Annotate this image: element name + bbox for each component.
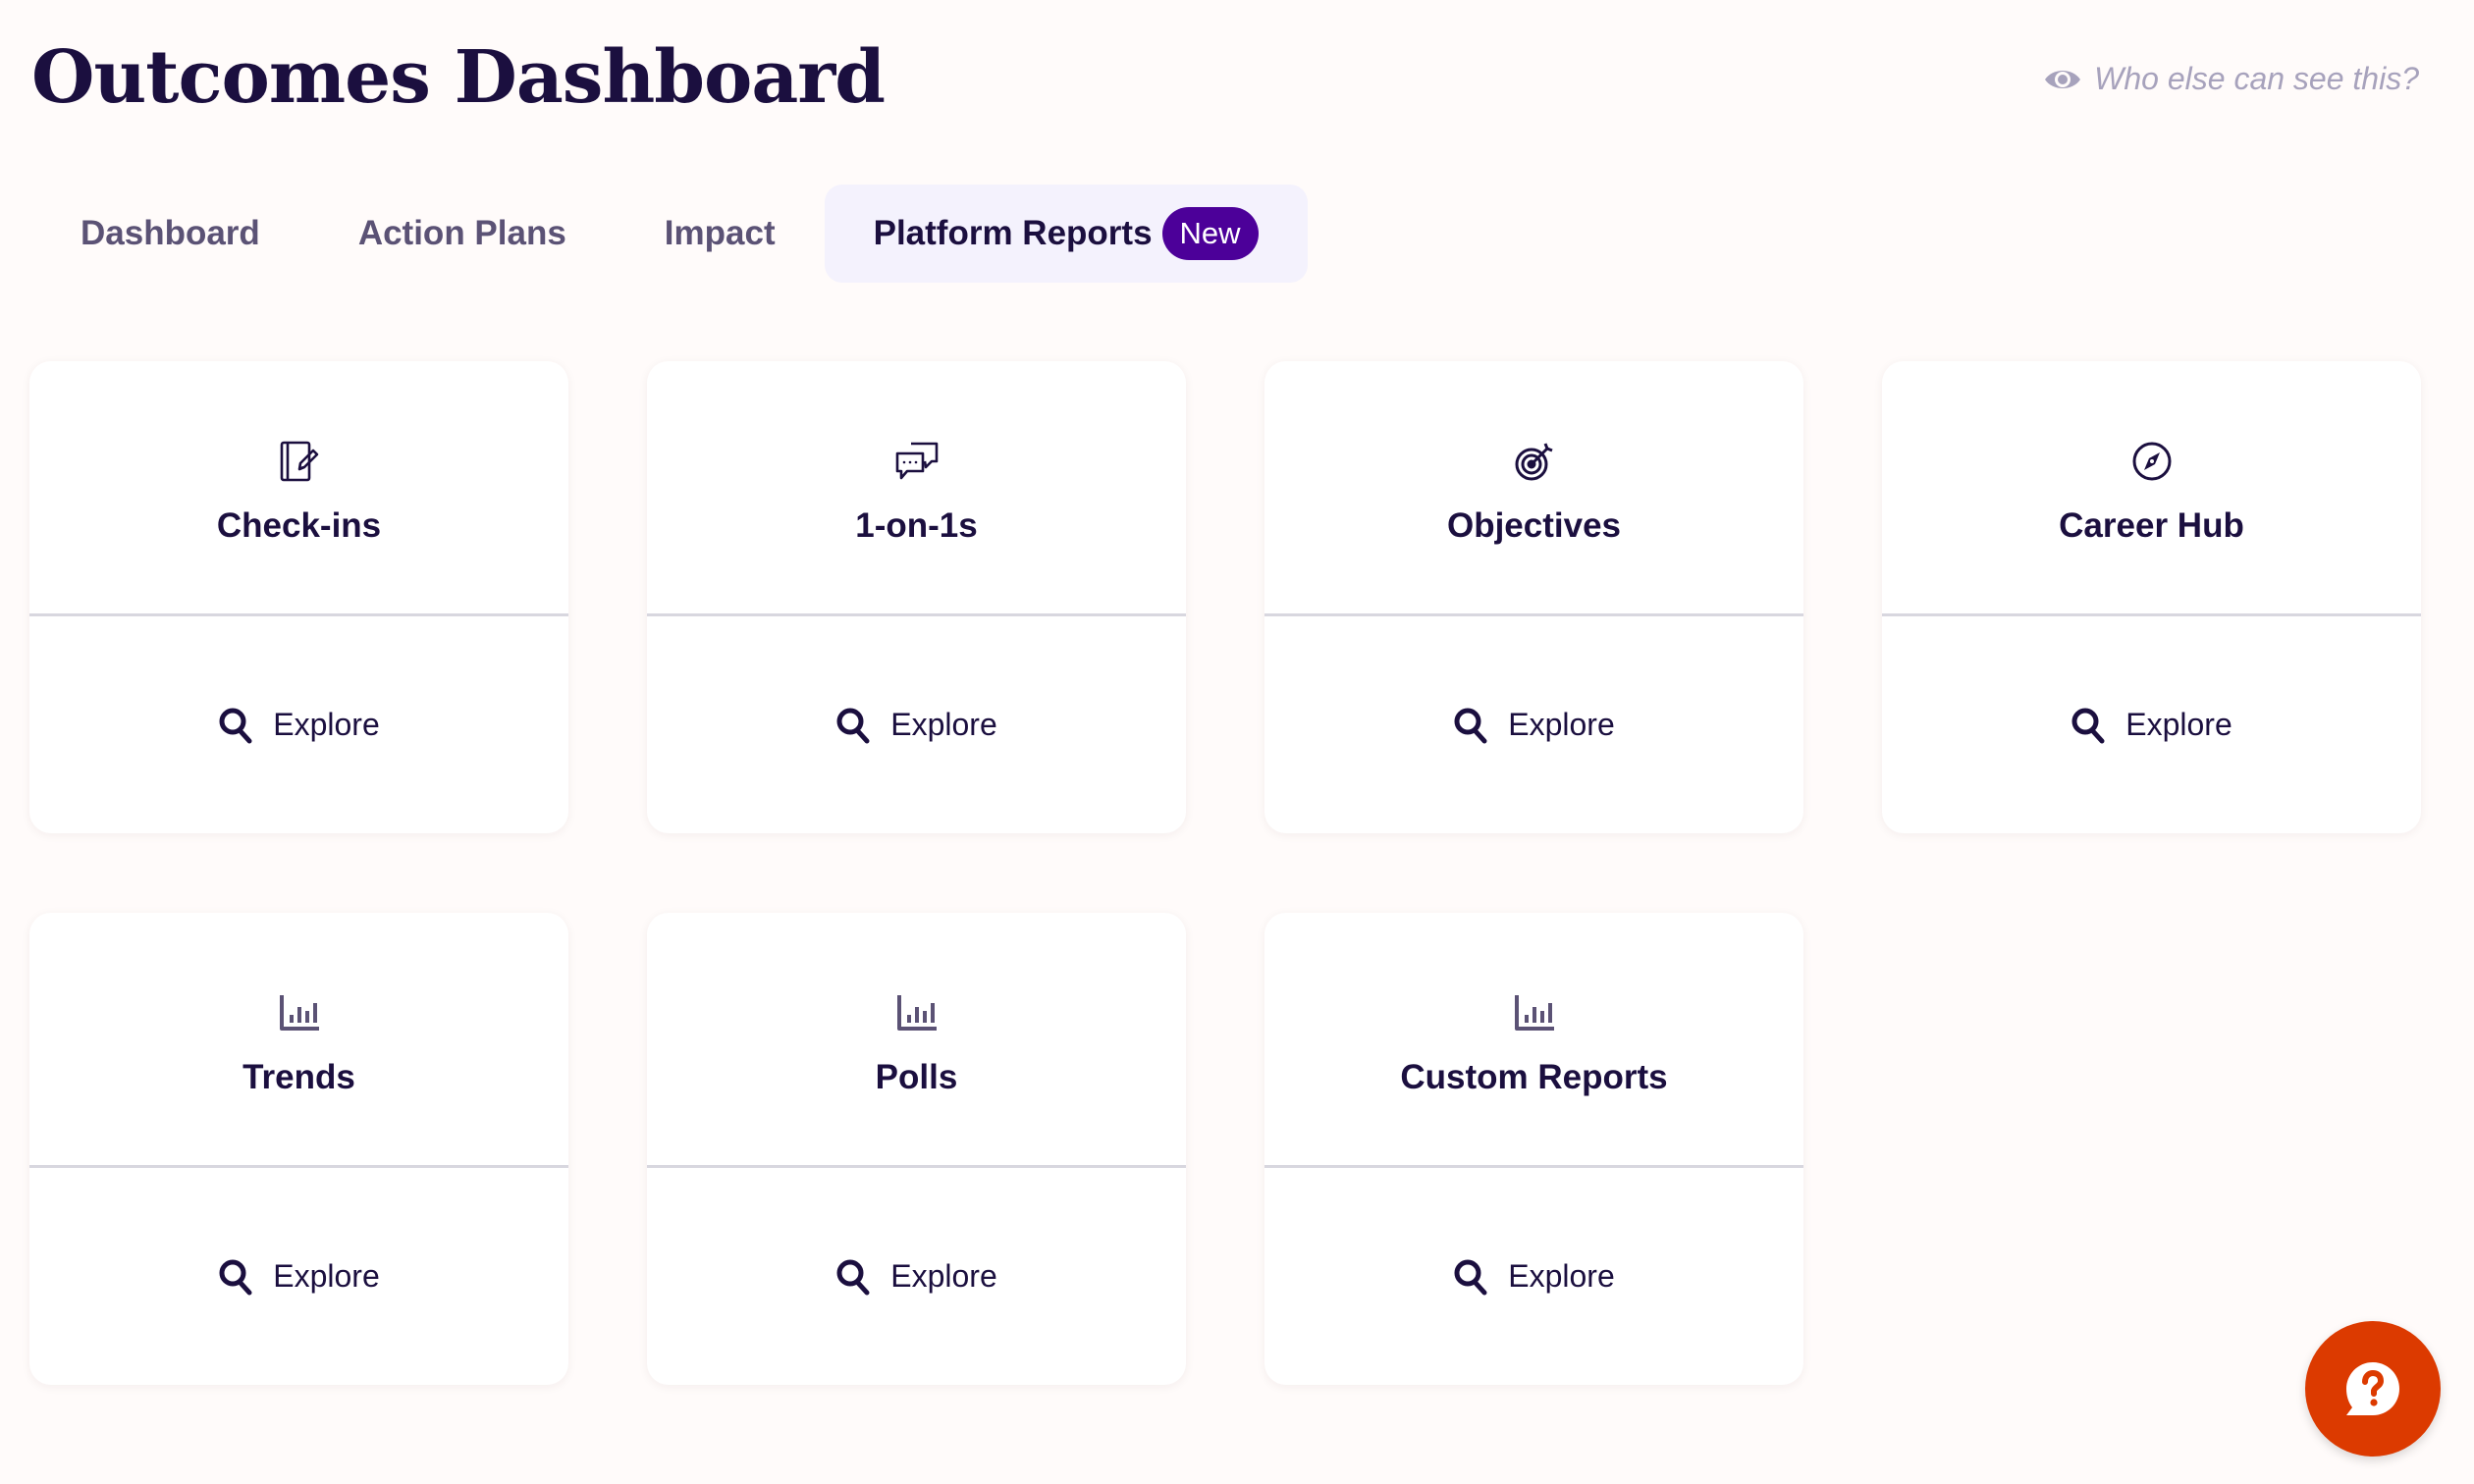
report-card-trends: Trends Explore [29, 913, 568, 1385]
card-title: Custom Reports [1400, 1058, 1668, 1096]
report-cards-grid: Check-ins Explore 1-on-1s Explore Object… [29, 361, 2421, 1385]
card-title: Career Hub [2059, 506, 2244, 545]
explore-button[interactable]: Explore [647, 1168, 1186, 1385]
chat-bubbles-icon [895, 442, 938, 480]
report-card-career-hub: Career Hub Explore [1882, 361, 2421, 833]
explore-button[interactable]: Explore [647, 616, 1186, 833]
tab-label: Impact [664, 214, 776, 252]
report-card-custom-reports: Custom Reports Explore [1264, 913, 1803, 1385]
tab-platform-reports[interactable]: Platform Reports New [824, 185, 1308, 283]
explore-button[interactable]: Explore [29, 616, 568, 833]
explore-button[interactable]: Explore [1264, 616, 1803, 833]
search-icon [1454, 1259, 1487, 1295]
explore-label: Explore [273, 707, 380, 742]
bar-chart-icon [896, 995, 937, 1031]
new-badge: New [1161, 207, 1259, 260]
explore-label: Explore [273, 1258, 380, 1294]
explore-button[interactable]: Explore [1264, 1168, 1803, 1385]
card-title: Objectives [1446, 506, 1622, 545]
search-icon [2071, 708, 2105, 743]
explore-label: Explore [2125, 707, 2232, 742]
explore-button[interactable]: Explore [29, 1168, 568, 1385]
report-card-polls: Polls Explore [647, 913, 1186, 1385]
card-title: Polls [875, 1058, 958, 1096]
page-title: Outcomes Dashboard [31, 35, 886, 120]
explore-button[interactable]: Explore [1882, 616, 2421, 833]
report-card-check-ins: Check-ins Explore [29, 361, 568, 833]
visibility-link-label: Who else can see this? [2094, 61, 2419, 96]
explore-label: Explore [890, 707, 997, 742]
report-card-1-on-1s: 1-on-1s Explore [647, 361, 1186, 833]
help-chat-icon [2346, 1362, 2399, 1415]
help-button[interactable] [2305, 1321, 2441, 1457]
tab-label: Action Plans [357, 214, 566, 252]
report-card-objectives: Objectives Explore [1264, 361, 1803, 833]
tab-bar: Dashboard Action Plans Impact Platform R… [31, 185, 1308, 283]
search-icon [219, 708, 252, 743]
search-icon [219, 1259, 252, 1295]
visibility-link[interactable]: Who else can see this? [2043, 61, 2419, 97]
search-icon [836, 708, 870, 743]
compass-icon [2132, 442, 2171, 481]
tab-impact[interactable]: Impact [616, 185, 825, 283]
explore-label: Explore [1508, 1258, 1615, 1294]
bar-chart-icon [279, 995, 319, 1031]
search-icon [836, 1259, 870, 1295]
tab-label: Dashboard [81, 214, 260, 252]
explore-label: Explore [1508, 707, 1615, 742]
card-title: Check-ins [216, 506, 382, 545]
search-icon [1454, 708, 1487, 743]
card-title: 1-on-1s [855, 506, 978, 545]
notebook-pencil-icon [280, 441, 318, 482]
card-title: Trends [242, 1058, 355, 1096]
tab-label: Platform Reports [873, 214, 1153, 252]
target-icon [1515, 443, 1553, 481]
explore-label: Explore [890, 1258, 997, 1294]
bar-chart-icon [1514, 995, 1554, 1031]
eye-icon [2045, 70, 2081, 88]
tab-action-plans[interactable]: Action Plans [309, 185, 616, 283]
tab-dashboard[interactable]: Dashboard [31, 185, 309, 283]
